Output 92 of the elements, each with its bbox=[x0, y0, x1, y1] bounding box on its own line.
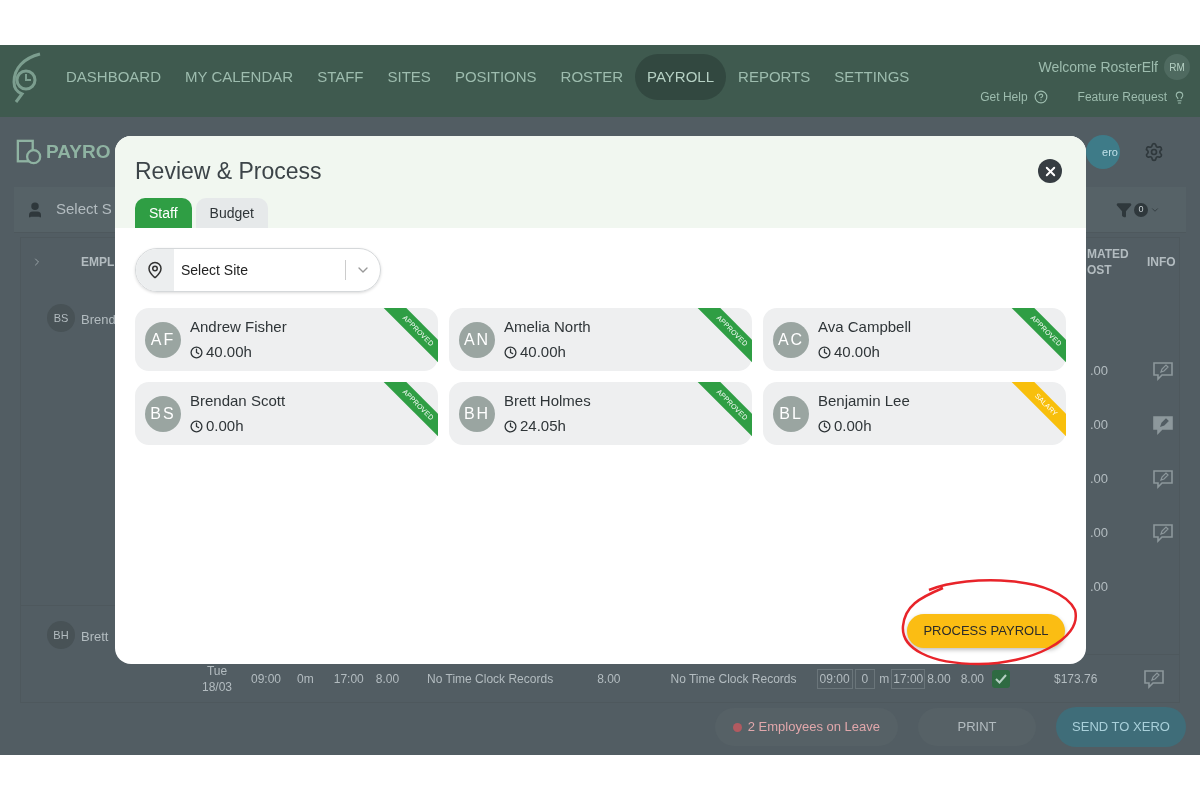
xero-button[interactable]: ero bbox=[1086, 135, 1120, 169]
staff-hours: 0.00h bbox=[834, 416, 872, 436]
avatar: AF bbox=[145, 321, 181, 358]
end-time-text: 17:00 bbox=[333, 670, 364, 688]
approved-checkbox[interactable] bbox=[992, 669, 1010, 688]
cost-text: .00 bbox=[1088, 524, 1108, 543]
filter-count-badge: 0 bbox=[1134, 202, 1148, 217]
total-hours-text: 8.00 bbox=[960, 670, 984, 688]
dialog-tab[interactable]: Staff bbox=[135, 198, 192, 228]
avatar: BH bbox=[47, 621, 75, 649]
employee-name: Brend bbox=[81, 311, 116, 329]
start-time-input[interactable]: 09:00 bbox=[816, 668, 853, 689]
clock-icon bbox=[504, 419, 517, 433]
person-icon bbox=[26, 200, 44, 219]
break-unit-text: m bbox=[879, 670, 890, 688]
user-avatar[interactable]: RM bbox=[1164, 54, 1190, 80]
dialog-title: Review & Process bbox=[135, 157, 322, 186]
filled-note-icon[interactable] bbox=[1152, 415, 1174, 435]
clock-icon bbox=[818, 345, 831, 359]
column-header: INFO bbox=[1147, 254, 1175, 271]
day-text: Tue bbox=[206, 662, 228, 679]
page-title: PAYRO bbox=[46, 139, 111, 164]
nav-link[interactable]: REPORTS bbox=[726, 54, 823, 100]
nav-link[interactable]: MY CALENDAR bbox=[173, 54, 306, 100]
location-pin-icon bbox=[146, 261, 164, 279]
dialog-tab[interactable]: Budget bbox=[195, 198, 268, 228]
note-icon[interactable] bbox=[1152, 523, 1174, 543]
staff-hours: 0.00h bbox=[206, 416, 244, 436]
break-text: 0m bbox=[297, 670, 314, 688]
get-help-link[interactable]: Get Help bbox=[980, 88, 1028, 106]
cost-text: $173.76 bbox=[1054, 670, 1098, 688]
avatar: BS bbox=[47, 304, 75, 332]
avatar: BH bbox=[459, 395, 495, 432]
check-icon bbox=[995, 673, 1007, 684]
clock-icon bbox=[818, 419, 831, 433]
print-button[interactable]: PRINT bbox=[918, 708, 1036, 746]
column-header: MATED OST bbox=[1087, 246, 1130, 278]
help-icon[interactable] bbox=[1033, 90, 1048, 104]
staff-name: Brett Holmes bbox=[504, 390, 591, 411]
process-payroll-button[interactable]: PROCESS PAYROLL bbox=[907, 614, 1065, 648]
nav-link[interactable]: SITES bbox=[375, 54, 443, 100]
note-icon[interactable] bbox=[1152, 361, 1174, 381]
send-to-xero-button[interactable]: SEND TO XERO bbox=[1056, 707, 1186, 747]
start-time-text: 09:00 bbox=[251, 670, 282, 688]
cost-text: .00 bbox=[1088, 578, 1108, 597]
welcome-text: Welcome RosterElf bbox=[1038, 57, 1158, 77]
payroll-icon bbox=[16, 139, 42, 165]
staff-name: Brendan Scott bbox=[190, 390, 286, 411]
staff-name: Benjamin Lee bbox=[818, 390, 910, 411]
hours-text: 8.00 bbox=[927, 670, 951, 688]
clock-icon bbox=[190, 345, 203, 359]
time-clock-text: No Time Clock Records bbox=[427, 670, 554, 688]
avatar: AN bbox=[459, 321, 495, 358]
avatar: BL bbox=[773, 395, 809, 432]
nav-link[interactable]: POSITIONS bbox=[442, 54, 549, 100]
column-header: EMPL bbox=[81, 254, 115, 271]
settings-icon[interactable] bbox=[1144, 142, 1164, 162]
nav-link[interactable]: SETTINGS bbox=[822, 54, 922, 100]
staff-hours: 40.00h bbox=[520, 342, 566, 362]
leave-text: 2 Employees on Leave bbox=[747, 718, 880, 737]
employees-on-leave-button[interactable]: 2 Employees on Leave bbox=[714, 708, 898, 746]
staff-name: Andrew Fisher bbox=[190, 316, 287, 337]
time-clock-text: No Time Clock Records bbox=[670, 670, 797, 688]
hours-text: 8.00 bbox=[597, 670, 621, 688]
feature-request-link[interactable]: Feature Request bbox=[1077, 88, 1167, 106]
employee-name: Brett bbox=[81, 628, 109, 646]
cost-text: .00 bbox=[1088, 470, 1108, 489]
staff-name: Ava Campbell bbox=[818, 316, 912, 337]
nav-link[interactable]: PAYROLL bbox=[635, 54, 727, 100]
hours-text: 8.00 bbox=[375, 670, 400, 688]
date-text: 18/03 bbox=[202, 678, 232, 695]
nav-link[interactable]: DASHBOARD bbox=[54, 54, 174, 100]
avatar: BS bbox=[145, 395, 181, 432]
filter-icon[interactable] bbox=[1116, 201, 1132, 218]
staff-hours: 40.00h bbox=[206, 342, 252, 362]
clock-icon bbox=[504, 345, 517, 359]
break-input[interactable]: 0 bbox=[854, 668, 876, 689]
site-filter-field[interactable]: Select S bbox=[56, 198, 112, 221]
cost-text: .00 bbox=[1088, 362, 1108, 381]
staff-hours: 24.05h bbox=[520, 416, 566, 436]
note-icon[interactable] bbox=[1152, 469, 1174, 489]
staff-name: Amelia North bbox=[504, 316, 591, 337]
nav-link[interactable]: STAFF bbox=[305, 54, 376, 100]
lightbulb-icon[interactable] bbox=[1173, 90, 1186, 104]
end-time-input[interactable]: 17:00 bbox=[891, 668, 926, 689]
staff-hours: 40.00h bbox=[834, 342, 880, 362]
close-button[interactable] bbox=[1038, 159, 1062, 184]
clock-icon bbox=[190, 419, 203, 433]
note-icon[interactable] bbox=[1143, 668, 1166, 689]
cost-text: .00 bbox=[1088, 416, 1108, 435]
nav-link[interactable]: ROSTER bbox=[548, 54, 636, 100]
avatar: AC bbox=[773, 321, 809, 358]
